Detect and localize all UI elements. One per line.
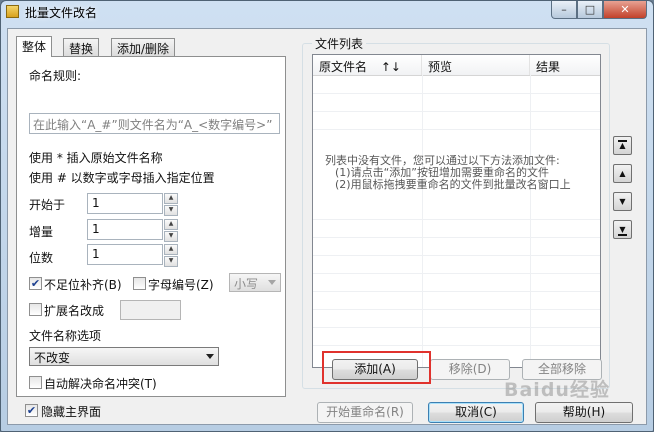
bar-icon [618, 140, 627, 142]
ext-label: 扩展名改成 [44, 304, 105, 318]
name-option-value: 不改变 [34, 351, 71, 365]
letter-checkbox[interactable] [133, 277, 146, 290]
autoresolve-checkbox[interactable] [29, 376, 42, 389]
hide-main-checkbox[interactable]: ✔ [25, 404, 38, 417]
empty-message-line3: (2)用鼠标拖拽要重命名的文件到批量改名窗口上 [335, 178, 571, 191]
divider [313, 93, 600, 94]
rule-label: 命名规则: [29, 69, 82, 83]
file-list-header: 原文件名 ↑↓ 预览 结果 [313, 55, 600, 76]
tab-overall[interactable]: 整体 [16, 36, 53, 57]
maximize-icon: □ [584, 3, 596, 16]
column-original-name-label: 原文件名 [319, 60, 368, 74]
column-result[interactable]: 结果 [530, 55, 600, 75]
spin-down-icon[interactable]: ▼ [164, 231, 178, 242]
ext-checkbox[interactable] [29, 303, 42, 316]
pad-label: 不足位补齐(B) [44, 278, 122, 292]
arrow-down-icon: ▼ [619, 197, 626, 206]
name-option-select[interactable]: 不改变 [29, 347, 219, 366]
divider [313, 309, 600, 310]
hide-main-label: 隐藏主界面 [41, 405, 102, 419]
move-bottom-icon: ▼ [619, 225, 626, 234]
divider [313, 291, 600, 292]
tab-overall-label: 整体 [22, 40, 47, 54]
name-option-label: 文件名称选项 [29, 329, 102, 343]
start-label: 开始于 [29, 198, 66, 212]
rule-input[interactable]: 在此输入“A_#”则文件名为“A_<数字编号>” [29, 113, 280, 134]
tab-add-delete[interactable]: 添加/删除 [111, 38, 176, 56]
chevron-down-icon [268, 280, 276, 285]
minimize-icon: – [561, 3, 567, 16]
watermark: Baidu经验 [504, 379, 610, 401]
arrow-up-icon: ▲ [619, 169, 626, 178]
app-icon [6, 5, 19, 18]
move-up-button[interactable]: ▲ [613, 164, 632, 183]
move-top-icon: ▲ [619, 141, 626, 150]
tip-insert-number: 使用 # 以数字或字母插入指定位置 [29, 171, 215, 185]
rename-window: 批量文件改名 – □ ✕ 整体 替换 添加/删除 命名规则: 在此输入“A_#”… [0, 0, 654, 432]
spin-down-icon[interactable]: ▼ [164, 256, 178, 267]
column-preview-label: 预览 [428, 60, 453, 74]
start-rename-button[interactable]: 开始重命名(R) [317, 402, 413, 423]
close-button[interactable]: ✕ [603, 1, 647, 19]
help-button[interactable]: 帮助(H) [535, 402, 633, 423]
highlight-box [322, 351, 431, 384]
step-stepper[interactable]: 1 ▲ ▼ [87, 219, 178, 242]
digits-label: 位数 [29, 251, 54, 265]
close-icon: ✕ [620, 3, 630, 16]
pad-checkbox[interactable]: ✔ [29, 277, 42, 290]
case-value: 小写 [234, 277, 259, 291]
column-result-label: 结果 [536, 60, 561, 74]
step-value: 1 [92, 222, 100, 236]
ext-input[interactable] [120, 300, 181, 320]
tip-insert-name: 使用 * 插入原始文件名称 [29, 151, 163, 165]
autoresolve-label: 自动解决命名冲突(T) [44, 377, 157, 391]
start-value: 1 [92, 196, 100, 210]
bar-icon [618, 234, 627, 236]
step-label: 增量 [29, 225, 54, 239]
file-list[interactable]: 原文件名 ↑↓ 预览 结果 列表中没有文件，您可以通过以下方法添加文件: (1)… [312, 54, 601, 368]
move-down-button[interactable]: ▼ [613, 192, 632, 211]
divider [530, 75, 531, 367]
case-select[interactable]: 小写 [229, 273, 281, 292]
move-bottom-button[interactable]: ▼ [613, 220, 632, 239]
title-bar[interactable]: 批量文件改名 – □ ✕ [1, 1, 653, 23]
empty-list-message: 列表中没有文件，您可以通过以下方法添加文件: (1)请点击“添加”按钮增加需要重… [325, 155, 595, 191]
start-stepper[interactable]: 1 ▲ ▼ [87, 193, 178, 216]
tab-panel-overall: 命名规则: 在此输入“A_#”则文件名为“A_<数字编号>” 使用 * 插入原始… [16, 56, 286, 397]
letter-label: 字母编号(Z) [148, 278, 214, 292]
dialog-body: 整体 替换 添加/删除 命名规则: 在此输入“A_#”则文件名为“A_<数字编号… [7, 28, 647, 425]
divider [313, 237, 600, 238]
divider [313, 219, 600, 220]
spin-up-icon[interactable]: ▲ [164, 244, 178, 255]
divider [313, 129, 600, 130]
sort-arrows-icon: ↑↓ [380, 60, 401, 74]
tab-replace-label: 替换 [69, 42, 94, 56]
spin-down-icon[interactable]: ▼ [164, 205, 178, 216]
remove-button[interactable]: 移除(D) [430, 359, 510, 380]
spin-up-icon[interactable]: ▲ [164, 219, 178, 230]
cancel-button[interactable]: 取消(C) [428, 402, 524, 423]
digits-stepper[interactable]: 1 ▲ ▼ [87, 244, 178, 267]
divider [313, 327, 600, 328]
tab-replace[interactable]: 替换 [63, 38, 100, 56]
window-title: 批量文件改名 [25, 6, 98, 20]
divider [313, 255, 600, 256]
divider [313, 345, 600, 346]
maximize-button[interactable]: □ [577, 1, 603, 19]
spin-up-icon[interactable]: ▲ [164, 193, 178, 204]
divider [313, 111, 600, 112]
move-top-button[interactable]: ▲ [613, 136, 632, 155]
column-preview[interactable]: 预览 [422, 55, 530, 75]
digits-value: 1 [92, 247, 100, 261]
minimize-button[interactable]: – [551, 1, 577, 19]
file-list-title: 文件列表 [312, 35, 367, 52]
divider [422, 75, 423, 367]
chevron-down-icon [206, 354, 214, 359]
tab-add-delete-label: 添加/删除 [117, 42, 170, 56]
window-controls: – □ ✕ [551, 1, 647, 19]
column-original-name[interactable]: 原文件名 ↑↓ [313, 55, 422, 75]
divider [313, 273, 600, 274]
